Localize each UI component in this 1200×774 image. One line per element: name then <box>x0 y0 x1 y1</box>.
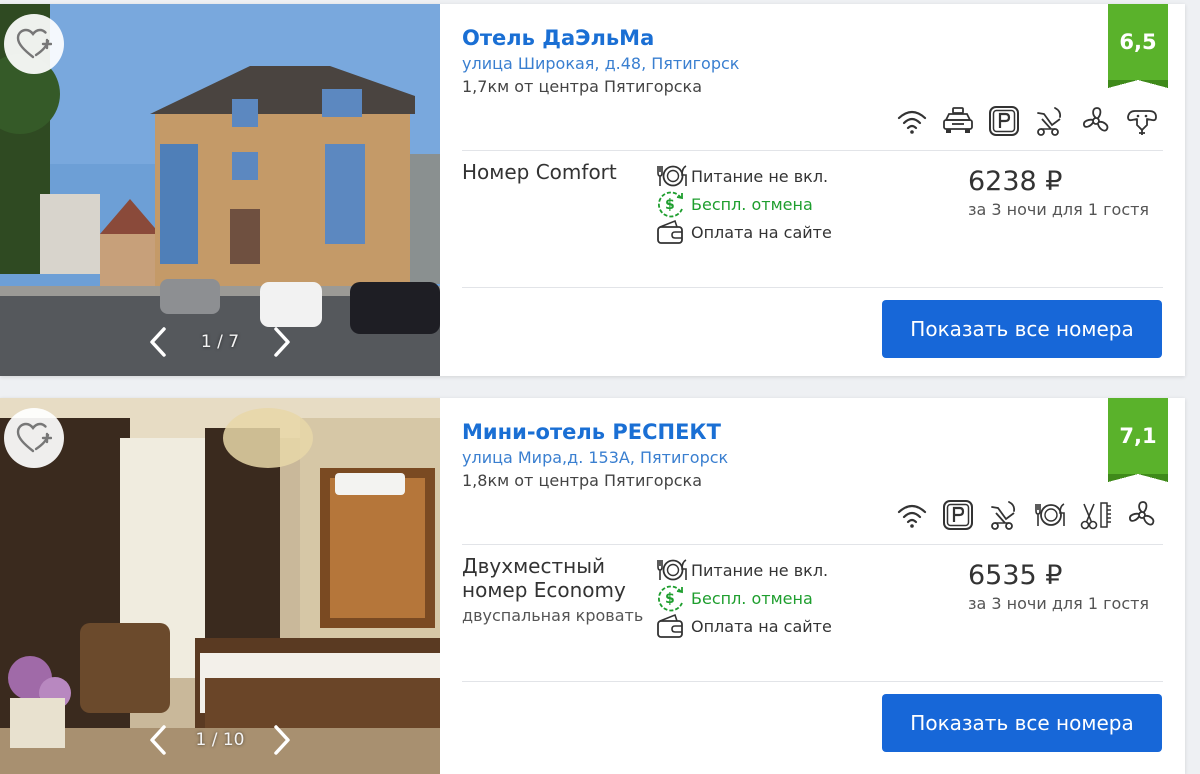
hotel-address-link[interactable]: улица Широкая, д.48, Пятигорск <box>462 54 739 73</box>
price-note: за 3 ночи для 1 гостя <box>968 200 1150 219</box>
fan-icon <box>1125 498 1159 532</box>
hairdresser-icon <box>1079 498 1113 532</box>
amenities-list <box>895 104 1159 138</box>
heart-plus-icon <box>16 422 52 453</box>
hotel-info: Отель ДаЭльМа улица Широкая, д.48, Пятиг… <box>462 4 1185 376</box>
divider <box>462 287 1163 288</box>
hotel-building-photo <box>0 4 440 376</box>
rating-badge: 7,1 <box>1108 398 1168 482</box>
hotel-photo[interactable]: 1 / 7 <box>0 4 440 376</box>
hotel-photo[interactable]: 1 / 10 <box>0 398 440 774</box>
amenities-list <box>895 498 1159 532</box>
divider <box>462 544 1163 545</box>
divider <box>462 150 1163 151</box>
hotel-name-link[interactable]: Отель ДаЭльМа <box>462 26 654 50</box>
payment-text: Оплата на сайте <box>691 222 832 242</box>
stroller-icon <box>1033 104 1067 138</box>
payment-condition: Оплата на сайте <box>655 218 832 246</box>
svg-text:$: $ <box>665 591 675 607</box>
plate-cutlery-icon <box>655 162 691 190</box>
cancel-text: Беспл. отмена <box>691 588 813 608</box>
heart-plus-icon <box>16 28 52 59</box>
free-cancellation-condition: $ Беспл. отмена <box>655 190 832 218</box>
chevron-right-icon <box>274 327 290 357</box>
distance-to-center: 1,8км от центра Пятигорска <box>462 471 703 490</box>
plate-cutlery-icon <box>655 556 691 584</box>
free-cancellation-condition: $ Беспл. отмена <box>655 584 832 612</box>
next-photo-button[interactable] <box>264 720 300 760</box>
price: 6535 ₽ <box>968 560 1063 591</box>
cancel-text: Беспл. отмена <box>691 194 813 214</box>
stroller-icon <box>987 498 1021 532</box>
hotel-room-photo <box>0 398 440 774</box>
wallet-icon <box>655 218 691 246</box>
wallet-icon <box>655 612 691 640</box>
payment-text: Оплата на сайте <box>691 616 832 636</box>
add-to-favorites-button[interactable] <box>4 14 64 74</box>
show-all-rooms-button[interactable]: Показать все номера <box>882 300 1162 358</box>
parking-icon <box>941 498 975 532</box>
show-all-rooms-button[interactable]: Показать все номера <box>882 694 1162 752</box>
room-name: Двухместный номер Economy <box>462 554 626 602</box>
next-photo-button[interactable] <box>264 322 300 362</box>
divider <box>462 681 1163 682</box>
distance-to-center: 1,7км от центра Пятигорска <box>462 77 703 96</box>
chevron-left-icon <box>150 725 166 755</box>
booking-conditions: Питание не вкл. $ Беспл. отмена Оплата н… <box>655 556 832 640</box>
taxi-icon <box>941 104 975 138</box>
pets-icon <box>1125 104 1159 138</box>
prev-photo-button[interactable] <box>140 720 176 760</box>
booking-conditions: Питание не вкл. $ Беспл. отмена Оплата н… <box>655 162 832 246</box>
refund-icon: $ <box>655 584 691 612</box>
hotel-info: Мини-отель РЕСПЕКТ улица Мира,д. 153А, П… <box>462 398 1185 774</box>
price: 6238 ₽ <box>968 166 1063 197</box>
svg-text:$: $ <box>665 197 675 213</box>
fan-icon <box>1079 104 1113 138</box>
photo-counter: 1 / 7 <box>200 332 240 352</box>
prev-photo-button[interactable] <box>140 322 176 362</box>
room-name: Номер Comfort <box>462 160 617 184</box>
photo-counter: 1 / 10 <box>195 730 245 750</box>
meal-text: Питание не вкл. <box>691 560 829 580</box>
photo-gallery-controls: 1 / 7 <box>140 322 300 362</box>
hotel-name-link[interactable]: Мини-отель РЕСПЕКТ <box>462 420 721 444</box>
photo-gallery-controls: 1 / 10 <box>140 720 300 760</box>
hotel-address-link[interactable]: улица Мира,д. 153А, Пятигорск <box>462 448 728 467</box>
add-to-favorites-button[interactable] <box>4 408 64 468</box>
refund-icon: $ <box>655 190 691 218</box>
rating-badge: 6,5 <box>1108 4 1168 88</box>
hotel-card: 1 / 7 Отель ДаЭльМа улица Широкая, д.48,… <box>0 4 1185 376</box>
wifi-icon <box>895 104 929 138</box>
meal-condition: Питание не вкл. <box>655 556 832 584</box>
wifi-icon <box>895 498 929 532</box>
hotel-card: 1 / 10 Мини-отель РЕСПЕКТ улица Мира,д. … <box>0 398 1185 774</box>
parking-icon <box>987 104 1021 138</box>
bed-type: двуспальная кровать <box>462 606 644 625</box>
payment-condition: Оплата на сайте <box>655 612 832 640</box>
price-note: за 3 ночи для 1 гостя <box>968 594 1150 613</box>
chevron-right-icon <box>274 725 290 755</box>
chevron-left-icon <box>150 327 166 357</box>
meal-condition: Питание не вкл. <box>655 162 832 190</box>
meal-text: Питание не вкл. <box>691 166 829 186</box>
restaurant-icon <box>1033 498 1067 532</box>
